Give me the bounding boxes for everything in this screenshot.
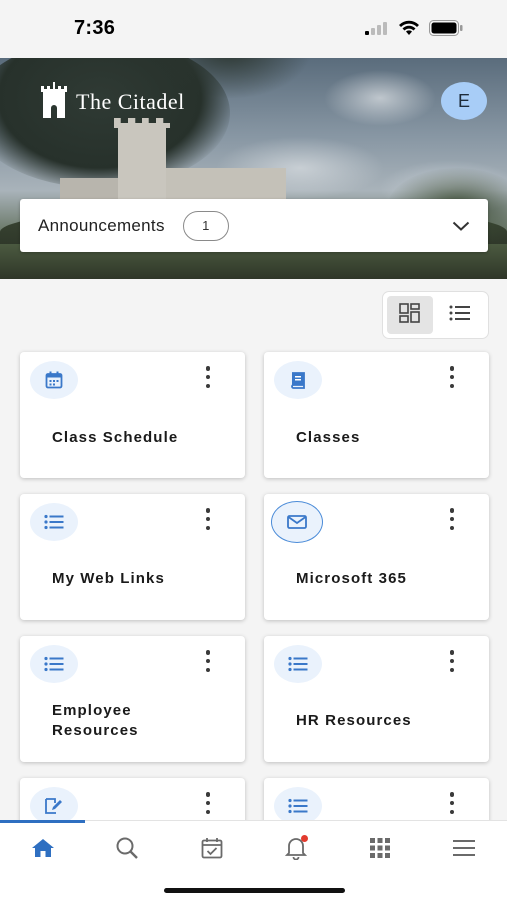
mail-icon: [271, 501, 323, 543]
card-partial-right[interactable]: [264, 778, 489, 820]
search-icon[interactable]: [107, 833, 147, 863]
card-title: Employee Resources: [52, 702, 139, 739]
more-options-icon[interactable]: [201, 366, 215, 388]
card-title: Microsoft 365: [296, 570, 407, 587]
card-microsoft-365[interactable]: Microsoft 365: [264, 494, 489, 620]
list-icon: [30, 503, 78, 541]
apps-grid-icon[interactable]: [360, 833, 400, 863]
bell-icon[interactable]: [276, 833, 316, 863]
list-icon: [274, 645, 322, 683]
more-options-icon[interactable]: [445, 366, 459, 388]
list-icon: [274, 787, 322, 820]
more-options-icon[interactable]: [201, 508, 215, 530]
card-title: HR Resources: [296, 712, 412, 729]
more-options-icon[interactable]: [445, 792, 459, 814]
card-employee-resources[interactable]: Employee Resources: [20, 636, 245, 762]
notification-dot: [301, 835, 308, 842]
card-grid: Class Schedule Classes My Web Links Micr…: [0, 0, 507, 820]
home-icon[interactable]: [23, 833, 63, 863]
calendar-icon: [30, 361, 78, 399]
more-options-icon[interactable]: [445, 508, 459, 530]
calendar-check-icon[interactable]: [192, 833, 232, 863]
nav-active-indicator: [0, 820, 85, 823]
more-options-icon[interactable]: [445, 650, 459, 672]
card-partial-left[interactable]: [20, 778, 245, 820]
card-title: Classes: [296, 429, 361, 446]
list-icon: [30, 645, 78, 683]
menu-icon[interactable]: [444, 833, 484, 863]
more-options-icon[interactable]: [201, 792, 215, 814]
more-options-icon[interactable]: [201, 650, 215, 672]
edit-document-icon: [30, 787, 78, 820]
card-title: Class Schedule: [52, 429, 179, 446]
card-classes[interactable]: Classes: [264, 352, 489, 478]
bottom-nav: [0, 820, 507, 900]
home-indicator: [164, 888, 345, 893]
book-icon: [274, 361, 322, 399]
card-title: My Web Links: [52, 570, 165, 587]
card-hr-resources[interactable]: HR Resources: [264, 636, 489, 762]
card-my-web-links[interactable]: My Web Links: [20, 494, 245, 620]
card-class-schedule[interactable]: Class Schedule: [20, 352, 245, 478]
